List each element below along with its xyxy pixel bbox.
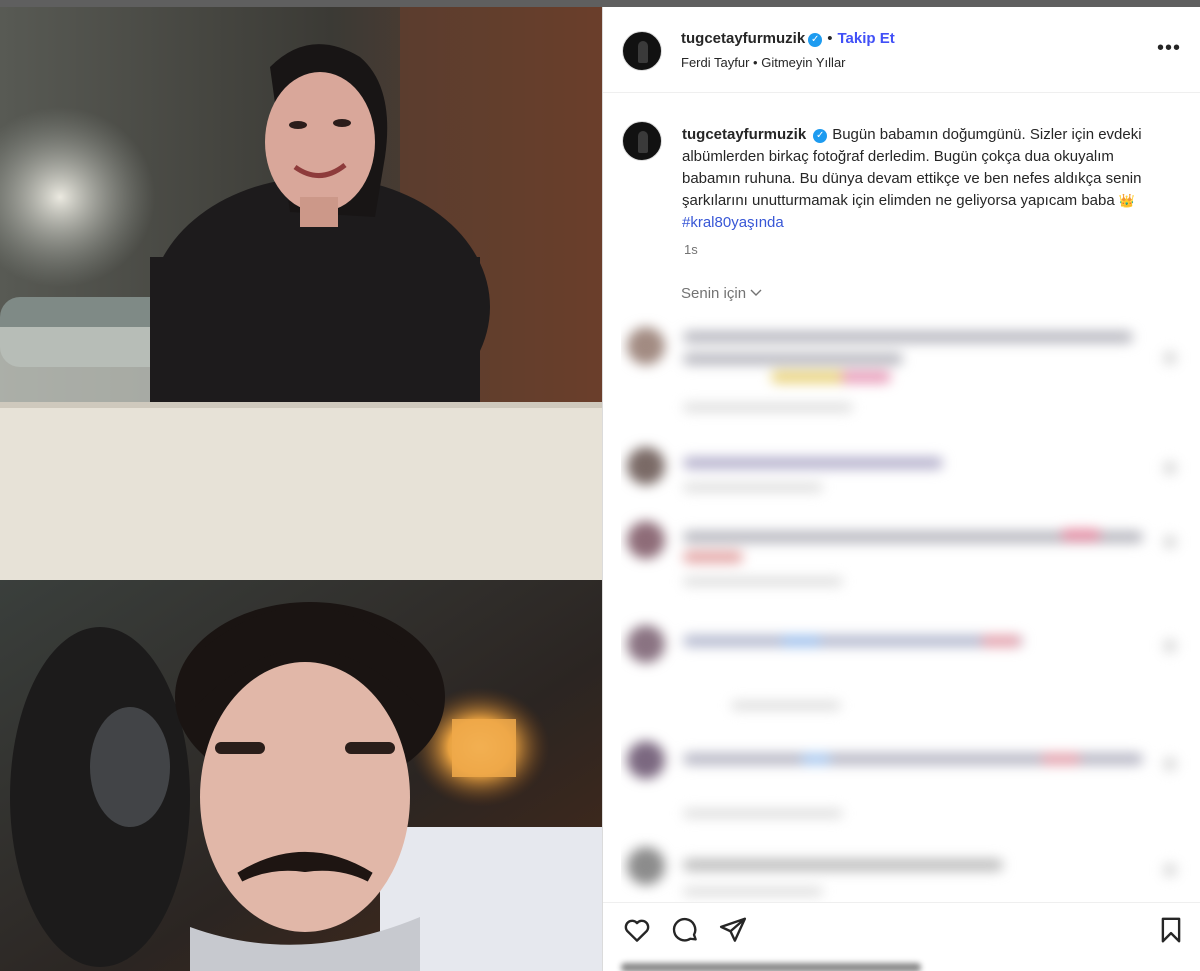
list-item bbox=[621, 623, 1200, 710]
share-button[interactable] bbox=[718, 915, 748, 945]
comment-button[interactable] bbox=[670, 915, 700, 945]
comment-filter-label: Senin için bbox=[681, 285, 751, 302]
more-options-icon[interactable]: ••• bbox=[1157, 37, 1181, 60]
caption-timestamp[interactable]: 1s bbox=[684, 242, 698, 257]
comments-list-blurred bbox=[621, 305, 1200, 903]
list-item bbox=[621, 845, 1200, 903]
hashtag-link[interactable]: #kral80yaşında bbox=[682, 214, 784, 231]
verified-badge-icon: ✓ bbox=[808, 33, 823, 47]
author-avatar[interactable] bbox=[622, 31, 662, 71]
audio-separator: • bbox=[753, 55, 758, 70]
list-item bbox=[621, 739, 1200, 819]
save-button[interactable] bbox=[1156, 915, 1186, 945]
browser-top-bar bbox=[0, 0, 1200, 7]
like-button[interactable] bbox=[622, 915, 652, 945]
audio-artist[interactable]: Ferdi Tayfur bbox=[681, 55, 749, 70]
post-header: tugcetayfurmuzik ✓ • Takip Et Ferdi Tayfur … bbox=[603, 7, 1200, 93]
caption-avatar[interactable] bbox=[622, 121, 662, 161]
post-actions-bar bbox=[603, 902, 1200, 971]
chevron-down-icon bbox=[750, 289, 762, 296]
separator-dot: • bbox=[827, 30, 833, 47]
comment-filter-dropdown[interactable]: Senin için bbox=[681, 285, 762, 302]
follow-button[interactable]: Takip Et bbox=[837, 30, 894, 47]
post-side-panel: tugcetayfurmuzik ✓ • Takip Et Ferdi Tayfur … bbox=[602, 7, 1200, 971]
bookmark-icon bbox=[1161, 917, 1181, 943]
list-item bbox=[621, 445, 1200, 525]
likes-summary-blurred bbox=[621, 963, 921, 971]
photo-image bbox=[0, 7, 602, 971]
author-username[interactable]: tugcetayfurmuzik bbox=[681, 30, 805, 47]
post-photo[interactable] bbox=[0, 7, 602, 971]
comment-icon bbox=[672, 917, 697, 942]
send-icon bbox=[719, 917, 747, 942]
caption-text: tugcetayfurmuzik ✓ Bugün babamın doğumgünü… bbox=[682, 124, 1172, 234]
audio-title[interactable]: Gitmeyin Yıllar bbox=[761, 55, 845, 70]
list-item bbox=[621, 323, 1200, 412]
heart-icon bbox=[624, 919, 650, 942]
list-item bbox=[621, 519, 1200, 599]
author-line: tugcetayfurmuzik ✓ • Takip Et bbox=[681, 30, 895, 47]
crown-emoji-icon: 👑 bbox=[1118, 193, 1136, 208]
caption-username[interactable]: tugcetayfurmuzik bbox=[682, 126, 806, 143]
audio-line[interactable]: Ferdi Tayfur • Gitmeyin Yıllar bbox=[681, 55, 846, 70]
caption-verified-badge-icon: ✓ bbox=[813, 129, 828, 143]
blurred-comments bbox=[621, 305, 1200, 903]
